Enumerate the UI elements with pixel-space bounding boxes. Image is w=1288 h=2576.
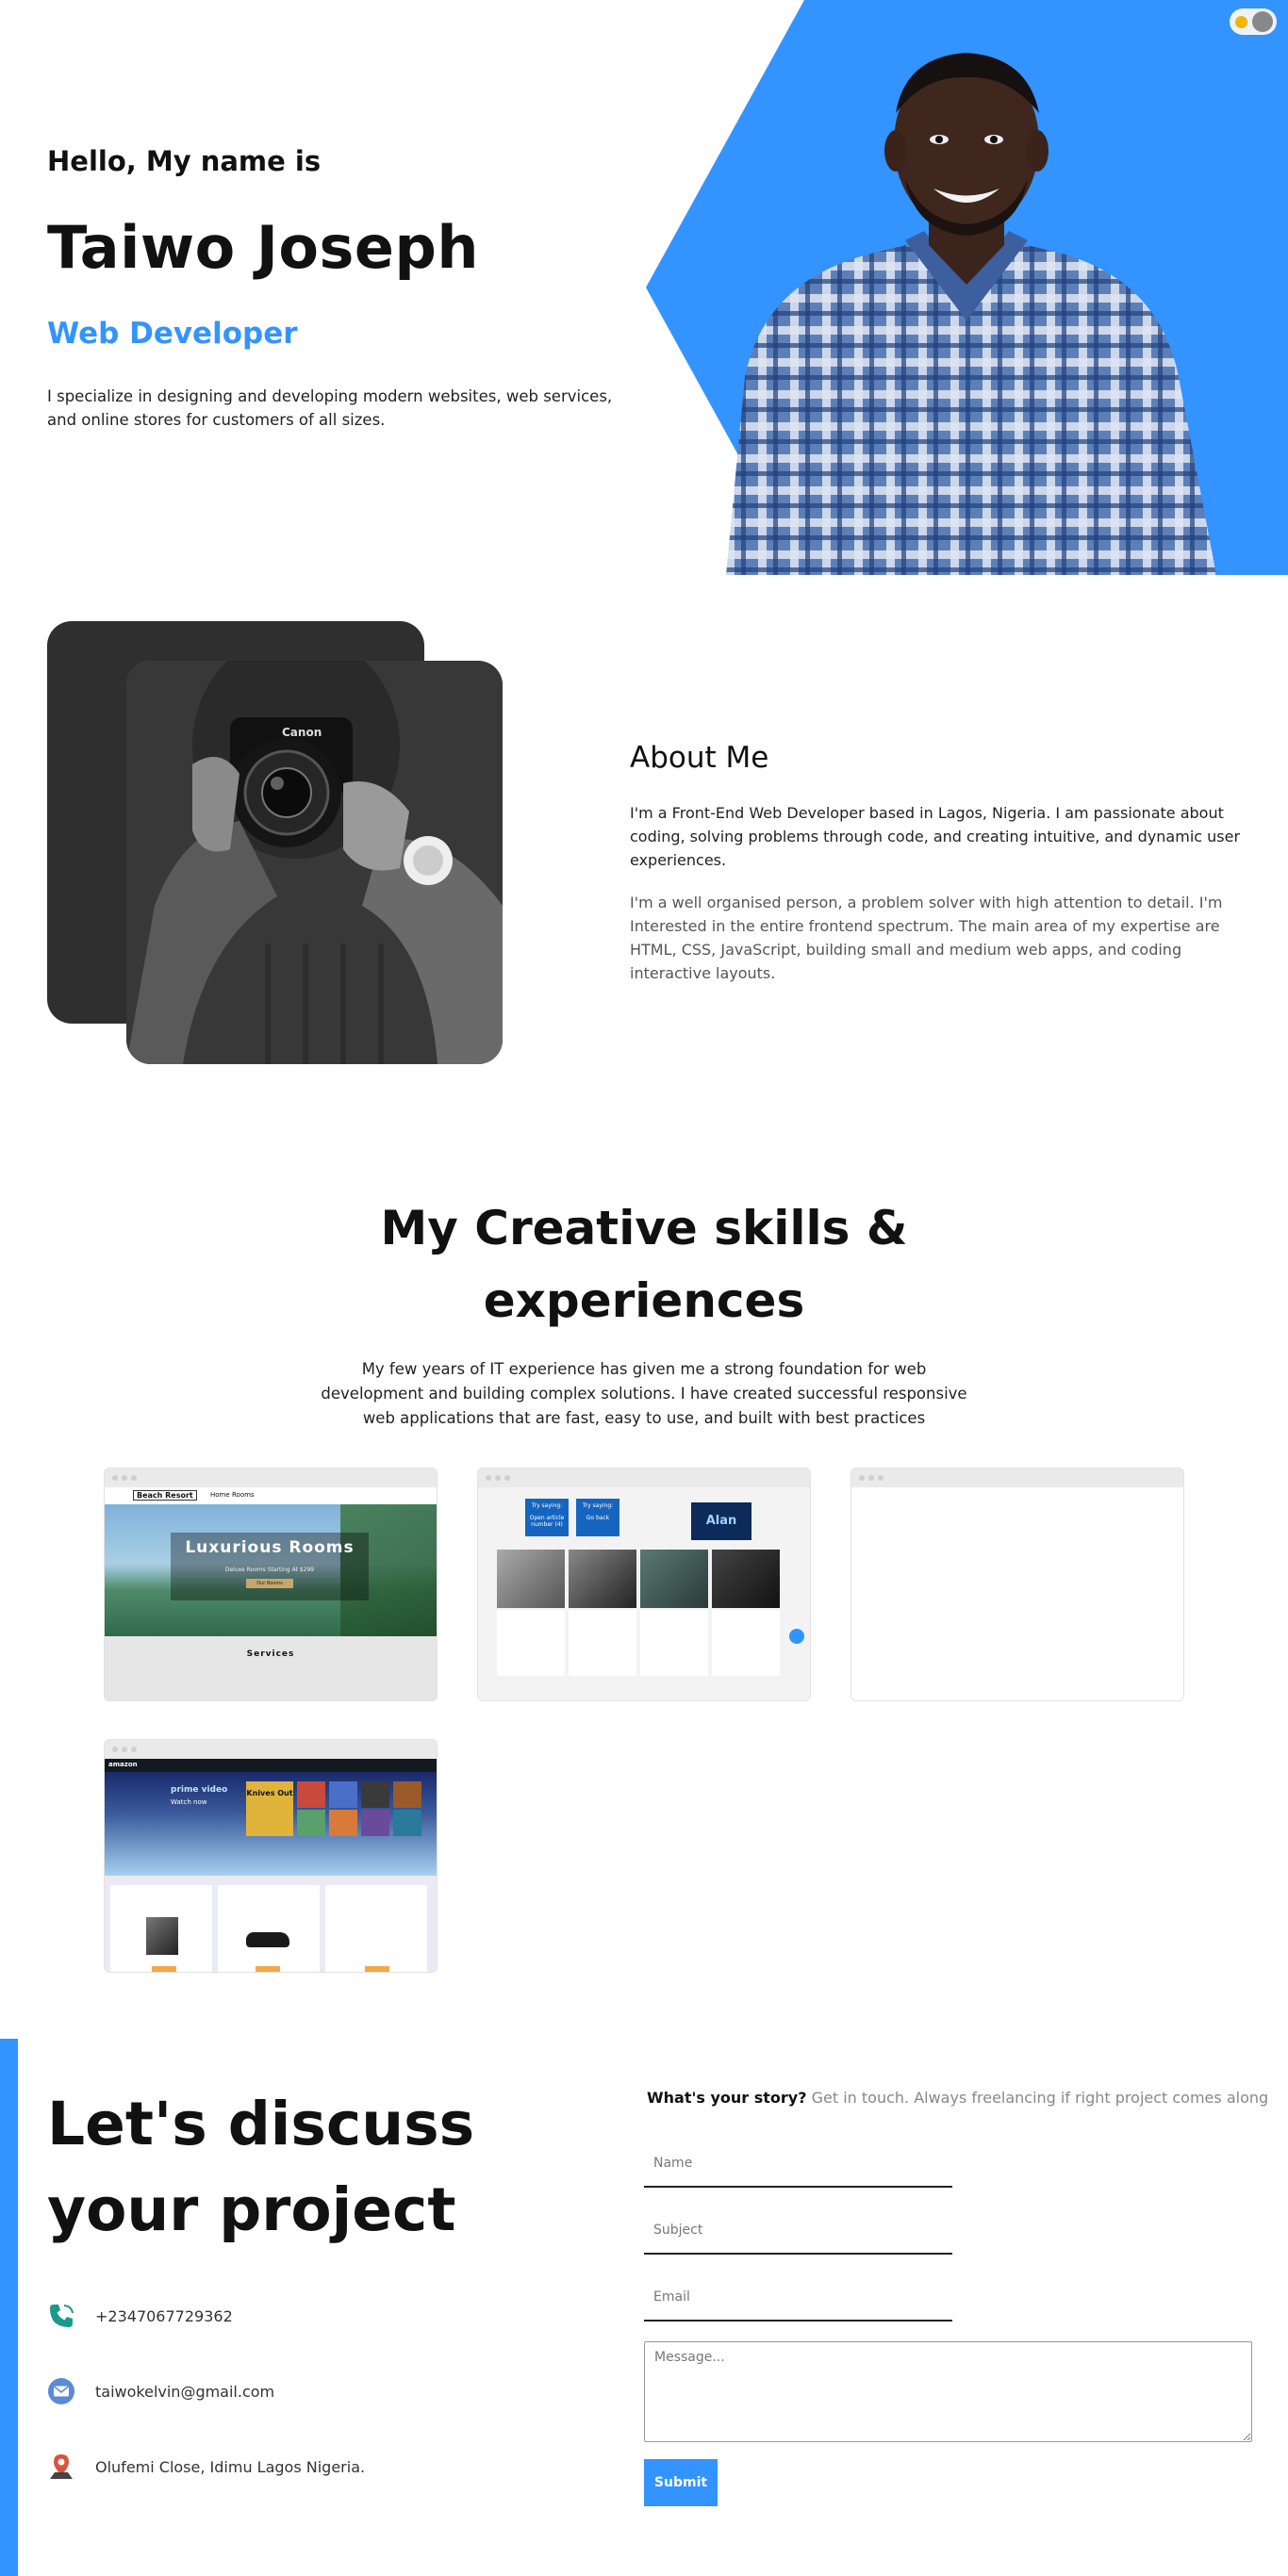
- email-field[interactable]: [644, 2274, 952, 2322]
- poster-knives-out: Knives Out: [246, 1781, 293, 1836]
- contact-title-line-2: your project: [47, 2175, 456, 2244]
- news-hint-text: Go back: [586, 1515, 610, 1521]
- news-hint-label: Try saying:: [531, 1502, 563, 1509]
- about-photo: Canon: [126, 661, 503, 1064]
- about-paragraph-2: I'm a well organised person, a problem s…: [630, 894, 1223, 982]
- contact-title: Let's discuss your project: [47, 2081, 474, 2253]
- alan-logo: Alan: [691, 1502, 751, 1540]
- resort-subline: Deluxe Rooms Starting At $299: [224, 1567, 315, 1573]
- svg-text:Canon: Canon: [282, 726, 322, 739]
- location-pin-icon: [50, 2454, 73, 2479]
- browser-bar: [105, 1740, 437, 1759]
- phone-icon: [50, 2305, 74, 2327]
- hero-section: Hello, My name is Taiwo Joseph Web Devel…: [0, 0, 1288, 575]
- sun-icon: [1235, 16, 1247, 28]
- contact-email-text: taiwokelvin@gmail.com: [95, 2382, 275, 2401]
- about-title: About Me: [630, 741, 769, 775]
- message-field[interactable]: [644, 2341, 1252, 2442]
- resort-headline: Luxurious Rooms: [185, 1538, 355, 1557]
- about-paragraph-1: I'm a Front-End Web Developer based in L…: [630, 804, 1241, 869]
- resort-logo: Beach Resort: [133, 1490, 197, 1501]
- contact-email[interactable]: taiwokelvin@gmail.com: [47, 2375, 274, 2407]
- resort-nav-rooms: Rooms: [232, 1491, 255, 1499]
- story-bold: What's your story?: [647, 2089, 807, 2107]
- hero-greeting: Hello, My name is: [47, 145, 322, 177]
- story-line: What's your story? Get in touch. Always …: [647, 2089, 1268, 2107]
- project-card-amazon[interactable]: amazon prime video Watch now Knives Out: [104, 1739, 438, 1973]
- skills-description: My few years of IT experience has given …: [321, 1360, 967, 1427]
- hero-role: Web Developer: [47, 317, 298, 351]
- submit-button[interactable]: Submit: [644, 2459, 718, 2506]
- subject-field[interactable]: [644, 2207, 952, 2255]
- browser-bar: [851, 1468, 1183, 1487]
- resort-services: Services: [246, 1649, 295, 1659]
- project-card-blank[interactable]: [850, 1468, 1184, 1701]
- prime-watch-label: Watch now: [171, 1798, 207, 1806]
- project-card-resort[interactable]: Beach Resort Home Rooms Luxurious Rooms …: [104, 1468, 438, 1701]
- contact-address-text: Olufemi Close, Idimu Lagos Nigeria.: [95, 2457, 366, 2476]
- hero-portrait: [726, 53, 1216, 575]
- browser-bar: [478, 1468, 810, 1487]
- contact-title-line-1: Let's discuss: [47, 2090, 475, 2158]
- project-screenshot: Beach Resort Home Rooms Luxurious Rooms …: [105, 1487, 437, 1700]
- prime-video-label: prime video: [171, 1785, 228, 1795]
- project-screenshot: Try saying: Open article number (4) Try …: [478, 1487, 810, 1700]
- mail-icon: [48, 2378, 74, 2404]
- news-hint-label: Try saying:: [582, 1502, 614, 1509]
- toggle-knob: [1252, 11, 1273, 32]
- news-hint-text: Open article number (4): [529, 1515, 565, 1528]
- contact-phone-text: +2347067729362: [95, 2306, 233, 2325]
- resort-nav-home: Home: [210, 1491, 230, 1499]
- hero-name: Taiwo Joseph: [47, 213, 479, 282]
- amazon-logo: amazon: [108, 1761, 138, 1768]
- camera-photo-illustration: Canon: [126, 661, 503, 1064]
- contact-accent-strip: [0, 2039, 18, 2576]
- project-card-news[interactable]: Try saying: Open article number (4) Try …: [477, 1468, 811, 1701]
- hero-intro: I specialize in designing and developing…: [47, 387, 613, 429]
- contact-phone[interactable]: +2347067729362: [47, 2300, 233, 2332]
- browser-bar: [105, 1468, 437, 1487]
- story-rest: Get in touch. Always freelancing if righ…: [806, 2089, 1269, 2107]
- project-screenshot: [851, 1487, 1183, 1700]
- contact-address[interactable]: Olufemi Close, Idimu Lagos Nigeria.: [47, 2451, 365, 2483]
- name-field[interactable]: [644, 2141, 952, 2188]
- resort-cta: Our Rooms: [246, 1579, 293, 1588]
- project-screenshot: amazon prime video Watch now Knives Out: [105, 1759, 437, 1972]
- theme-toggle[interactable]: [1230, 8, 1277, 35]
- skills-title: My Creative skills & experiences: [380, 1201, 908, 1328]
